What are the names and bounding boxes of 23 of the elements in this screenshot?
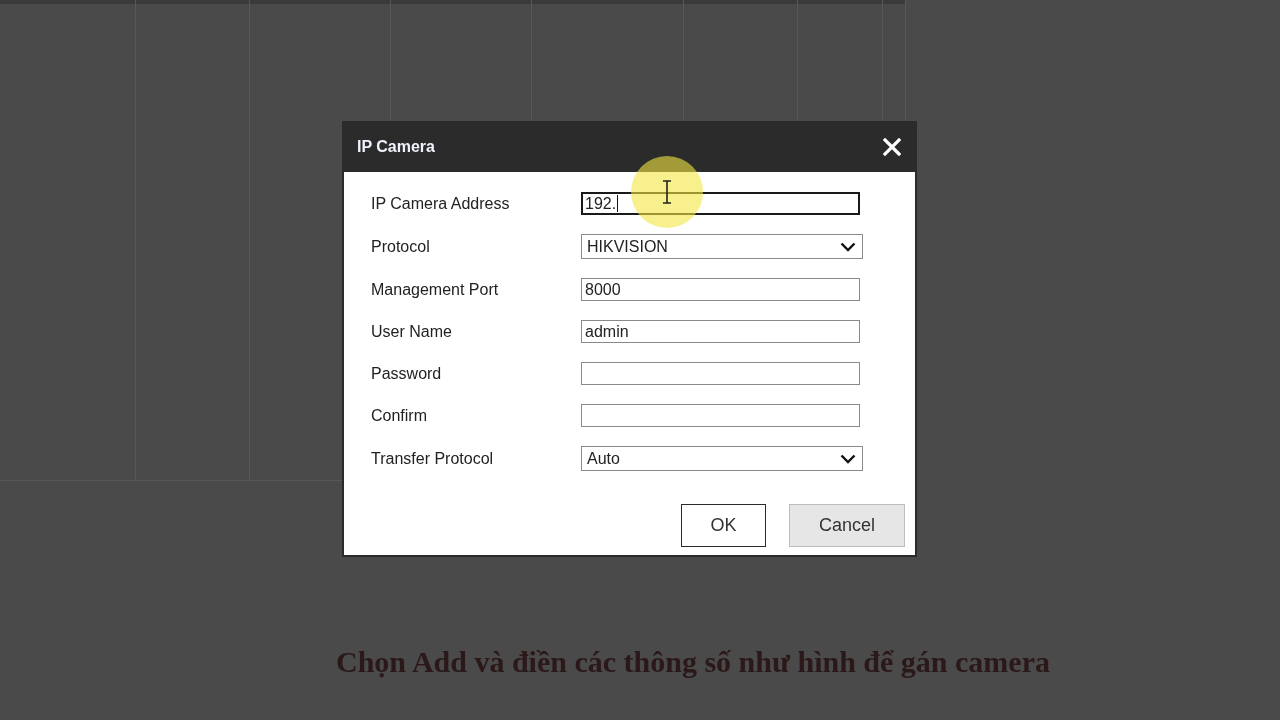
input-field[interactable] <box>581 404 860 427</box>
field-label: Management Port <box>371 280 499 299</box>
ok-button[interactable]: OK <box>681 504 766 547</box>
field-label: Transfer Protocol <box>371 449 494 468</box>
dropdown-field[interactable]: Auto <box>581 446 863 471</box>
input-field[interactable]: admin <box>581 320 860 343</box>
input-field[interactable]: 192. <box>581 192 860 215</box>
text-caret-icon <box>617 195 619 212</box>
chevron-down-icon <box>840 453 856 464</box>
text-cursor-highlight-icon <box>631 156 703 228</box>
input-field[interactable]: 8000 <box>581 278 860 301</box>
field-label: Password <box>371 364 442 383</box>
input-field[interactable] <box>581 362 860 385</box>
cancel-button[interactable]: Cancel <box>789 504 905 547</box>
dropdown-field[interactable]: HIKVISION <box>581 234 863 259</box>
field-label: Confirm <box>371 406 427 425</box>
dialog-title: IP Camera <box>357 137 435 156</box>
close-button[interactable] <box>881 135 903 158</box>
field-label: IP Camera Address <box>371 194 510 213</box>
field-label: User Name <box>371 322 452 341</box>
chevron-down-icon <box>840 241 856 252</box>
field-label: Protocol <box>371 237 430 256</box>
close-icon <box>883 137 901 156</box>
